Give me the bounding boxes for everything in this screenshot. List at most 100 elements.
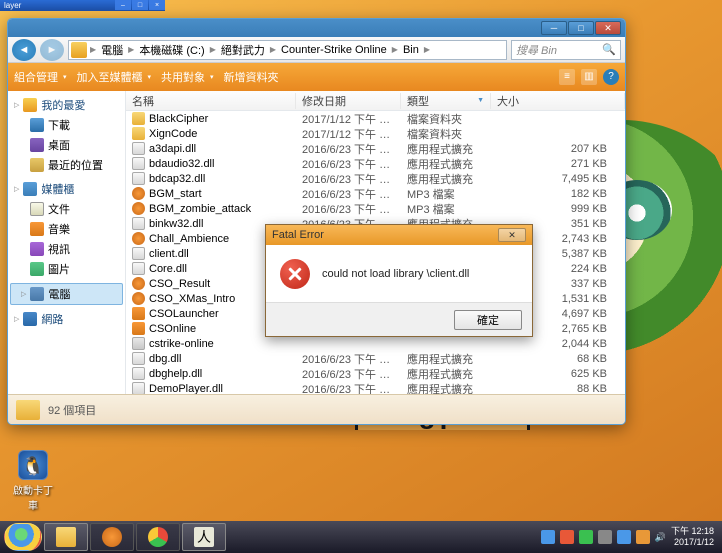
dialog-ok-button[interactable]: 確定 [454,310,522,330]
tray-icon[interactable] [617,530,631,544]
column-type[interactable]: 類型▼ [401,93,491,109]
background-window-titlebar: layer –□× [0,0,165,11]
tray-icon[interactable] [598,530,612,544]
cs-icon: ⼈ [194,527,214,547]
file-row[interactable]: BGM_zombie_attack2016/6/23 下午 08:...MP3 … [126,201,625,216]
breadcrumb-seg[interactable]: Counter-Strike Online [277,44,391,56]
file-name: BGM_zombie_attack [149,203,251,215]
dialog-titlebar[interactable]: Fatal Error ✕ [266,225,532,245]
sidebar-item-icon [30,118,44,132]
start-button[interactable] [4,523,42,551]
file-name: client.dll [149,248,189,260]
column-name[interactable]: 名稱 [126,93,296,109]
sidebar-item[interactable]: 文件 [8,199,125,219]
taskbar-mediaplayer[interactable] [90,523,134,551]
share-menu[interactable]: 共用對象 [161,69,214,85]
file-size: 88 KB [491,383,625,395]
sidebar-network[interactable]: ▷網路 [8,309,125,329]
item-count: 92 個項目 [48,402,96,418]
file-name: cstrike-online [149,338,214,350]
sidebar-item[interactable]: 下載 [8,115,125,135]
file-date: 2016/6/23 下午 08:... [296,156,401,172]
file-icon [132,157,145,170]
computer-icon [30,287,44,301]
sidebar-computer[interactable]: ▷電腦 [10,283,123,305]
forward-button[interactable]: ► [40,39,64,61]
sidebar-item[interactable]: 音樂 [8,219,125,239]
file-row[interactable]: DemoPlayer.dll2016/6/23 下午 08:...應用程式擴充8… [126,381,625,394]
sidebar-item[interactable]: 圖片 [8,259,125,279]
window-titlebar[interactable]: ─ □ ✕ [8,19,625,37]
file-row[interactable]: BlackCipher2017/1/12 下午 12:...檔案資料夾 [126,111,625,126]
help-button[interactable]: ? [603,69,619,85]
taskbar-explorer[interactable] [44,523,88,551]
breadcrumb-seg[interactable]: 絕對武力 [217,42,269,58]
file-icon [132,127,145,140]
bg-close-icon: × [149,0,165,10]
file-row[interactable]: a3dapi.dll2016/6/23 下午 08:...應用程式擴充207 K… [126,141,625,156]
file-row[interactable]: bdaudio32.dll2016/6/23 下午 08:...應用程式擴充27… [126,156,625,171]
column-date[interactable]: 修改日期 [296,93,401,109]
file-icon [132,352,145,365]
file-icon [132,232,145,245]
breadcrumb[interactable]: ▶電腦 ▶本機磁碟 (C:) ▶絕對武力 ▶Counter-Strike Onl… [68,40,507,60]
file-name: CSOLauncher [149,308,219,320]
file-name: Core.dll [149,263,187,275]
file-row[interactable]: BGM_start2016/6/23 下午 08:...MP3 檔案182 KB [126,186,625,201]
desktop-shortcut[interactable]: 啟動卡丁車 [12,450,54,512]
tray-icon[interactable] [579,530,593,544]
tray-icon[interactable] [541,530,555,544]
file-row[interactable]: bdcap32.dll2016/6/23 下午 08:...應用程式擴充7,49… [126,171,625,186]
taskbar-chrome[interactable] [136,523,180,551]
new-folder-button[interactable]: 新增資料夾 [224,69,279,85]
folder-icon [56,527,76,547]
sidebar-item-icon [30,262,44,276]
file-size: 7,495 KB [491,173,625,185]
file-name: CSOnline [149,323,196,335]
file-name: dbg.dll [149,353,181,365]
preview-pane-button[interactable]: ▥ [581,69,597,85]
bg-min-icon: – [115,0,131,10]
file-type: 應用程式擴充 [401,141,491,157]
play-icon [102,527,122,547]
file-icon [132,112,145,125]
file-icon [132,307,145,320]
sidebar-item[interactable]: 最近的位置 [8,155,125,175]
volume-icon[interactable]: 🔊 [655,532,666,543]
system-tray[interactable]: 🔊 下午 12:182017/1/12 [541,526,718,548]
view-options-button[interactable]: ≡ [559,69,575,85]
breadcrumb-seg[interactable]: 本機磁碟 (C:) [135,42,208,58]
file-type: 應用程式擴充 [401,366,491,382]
file-name: Chall_Ambience [149,233,229,245]
column-size[interactable]: 大小 [491,93,625,109]
error-icon [280,259,310,289]
breadcrumb-seg[interactable]: 電腦 [97,42,127,58]
back-button[interactable]: ◄ [12,39,36,61]
clock[interactable]: 下午 12:182017/1/12 [671,526,714,548]
sidebar-libraries-header[interactable]: ▷媒體櫃 [8,179,125,199]
file-type: 應用程式擴充 [401,171,491,187]
organize-menu[interactable]: 組合管理 [14,69,67,85]
tray-icon[interactable] [636,530,650,544]
include-library-menu[interactable]: 加入至媒體櫃 [77,69,152,85]
sidebar-item[interactable]: 桌面 [8,135,125,155]
file-name: bdcap32.dll [149,173,205,185]
sidebar-item[interactable]: 視訊 [8,239,125,259]
file-row[interactable]: XignCode2017/1/12 下午 12:...檔案資料夾 [126,126,625,141]
file-type: 應用程式擴充 [401,351,491,367]
minimize-button[interactable]: ─ [541,21,567,35]
file-name: CSO_Result [149,278,210,290]
taskbar-cs[interactable]: ⼈ [182,523,226,551]
search-input[interactable]: 搜尋 Bin 🔍 [511,40,621,60]
sidebar-favorites-header[interactable]: ▷我的最愛 [8,95,125,115]
file-row[interactable]: dbg.dll2016/6/23 下午 08:...應用程式擴充68 KB [126,351,625,366]
file-size: 207 KB [491,143,625,155]
file-row[interactable]: dbghelp.dll2016/6/23 下午 08:...應用程式擴充625 … [126,366,625,381]
breadcrumb-seg[interactable]: Bin [399,44,423,56]
tray-icon[interactable] [560,530,574,544]
maximize-button[interactable]: □ [568,21,594,35]
dialog-close-button[interactable]: ✕ [498,228,526,242]
close-button[interactable]: ✕ [595,21,621,35]
file-date: 2017/1/12 下午 12:... [296,111,401,127]
file-row[interactable]: cstrike-online2,044 KB [126,336,625,351]
